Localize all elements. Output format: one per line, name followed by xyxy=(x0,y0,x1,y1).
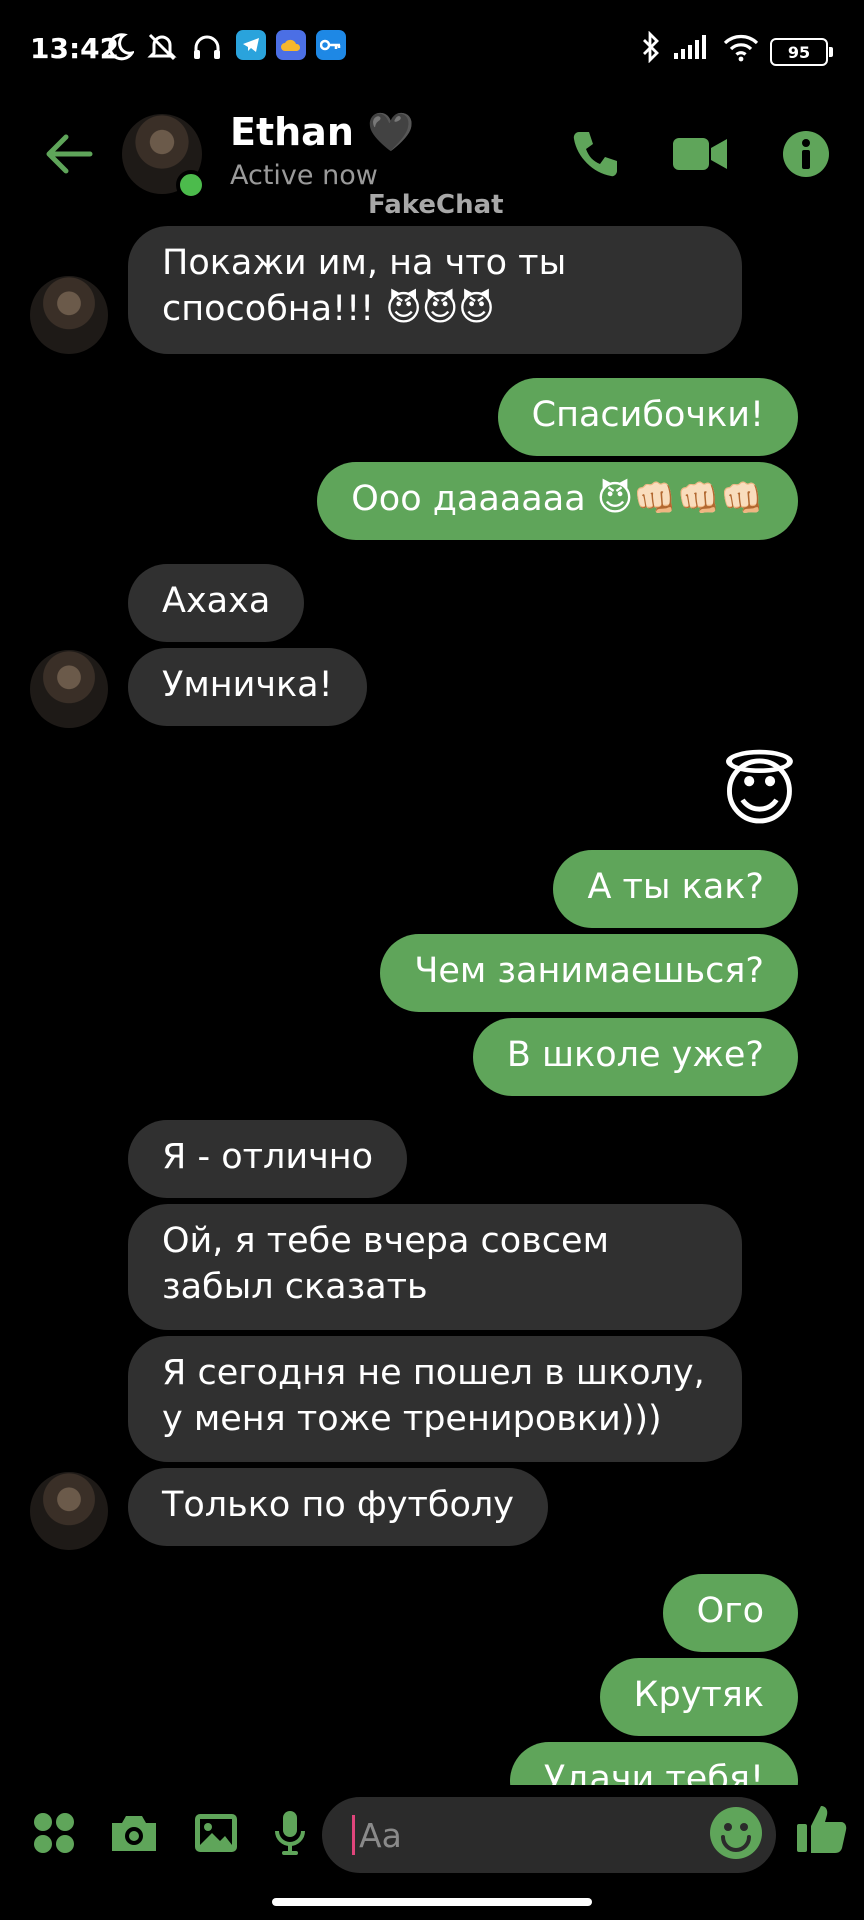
camera-icon[interactable] xyxy=(104,1803,164,1863)
emoji-message[interactable]: 😇 xyxy=(721,750,798,836)
back-arrow-icon[interactable] xyxy=(40,126,96,182)
telegram-icon xyxy=(236,30,266,60)
incoming-message[interactable]: Ахаха xyxy=(128,564,305,642)
incoming-message[interactable]: Ой, я тебе вчера совсем забыл сказать xyxy=(128,1204,742,1330)
gallery-icon[interactable] xyxy=(186,1803,246,1863)
key-app-icon xyxy=(316,30,346,60)
message-list[interactable]: Покажи им, на что ты способна!!! 😈😈😈 Спа… xyxy=(0,210,864,1785)
incoming-message[interactable]: Умничка! xyxy=(128,648,367,726)
phone-icon[interactable] xyxy=(565,124,625,184)
avatar[interactable] xyxy=(30,650,108,728)
outgoing-message[interactable]: Крутяк xyxy=(599,1658,798,1736)
outgoing-message[interactable]: Ого xyxy=(662,1574,798,1652)
outgoing-message[interactable]: Чем занимаешься? xyxy=(380,934,798,1012)
outgoing-message[interactable]: А ты как? xyxy=(553,850,798,928)
thumbs-up-icon[interactable] xyxy=(790,1797,854,1861)
incoming-message[interactable]: Я сегодня не пошел в школу, у меня тоже … xyxy=(128,1336,742,1462)
bluetooth-icon xyxy=(640,30,662,64)
battery-icon: 95 xyxy=(770,38,833,66)
avatar[interactable] xyxy=(30,276,108,354)
status-bar: 13:42 95 xyxy=(0,0,864,100)
incoming-message[interactable]: Только по футболу xyxy=(128,1468,548,1546)
outgoing-message[interactable]: Ооо даааааа 😈👊🏻👊🏻👊🏻 xyxy=(317,462,798,540)
active-status: Active now xyxy=(230,160,378,191)
status-time: 13:42 xyxy=(30,32,120,65)
message-composer: Аа xyxy=(0,1785,864,1885)
headphones-icon xyxy=(192,30,222,64)
incoming-message[interactable]: Покажи им, на что ты способна!!! 😈😈😈 xyxy=(128,226,742,354)
avatar[interactable] xyxy=(30,1472,108,1550)
online-indicator xyxy=(176,170,206,200)
wifi-icon xyxy=(722,30,760,64)
video-call-icon[interactable] xyxy=(670,124,730,184)
apps-icon[interactable] xyxy=(24,1803,84,1863)
info-icon[interactable] xyxy=(776,124,836,184)
contact-name[interactable]: Ethan 🖤 xyxy=(230,110,414,155)
incoming-message[interactable]: Я - отлично xyxy=(128,1120,408,1198)
outgoing-message[interactable]: Удачи тебя! xyxy=(509,1742,798,1785)
outgoing-message[interactable]: В школе уже? xyxy=(472,1018,798,1096)
cloud-app-icon xyxy=(276,30,306,60)
moon-icon xyxy=(108,30,134,64)
microphone-icon[interactable] xyxy=(260,1803,320,1863)
emoji-icon[interactable] xyxy=(702,1799,770,1867)
outgoing-message[interactable]: Спасибочки! xyxy=(497,378,798,456)
signal-icon xyxy=(672,30,710,64)
muted-bell-icon xyxy=(146,30,178,64)
home-indicator[interactable] xyxy=(272,1898,592,1906)
